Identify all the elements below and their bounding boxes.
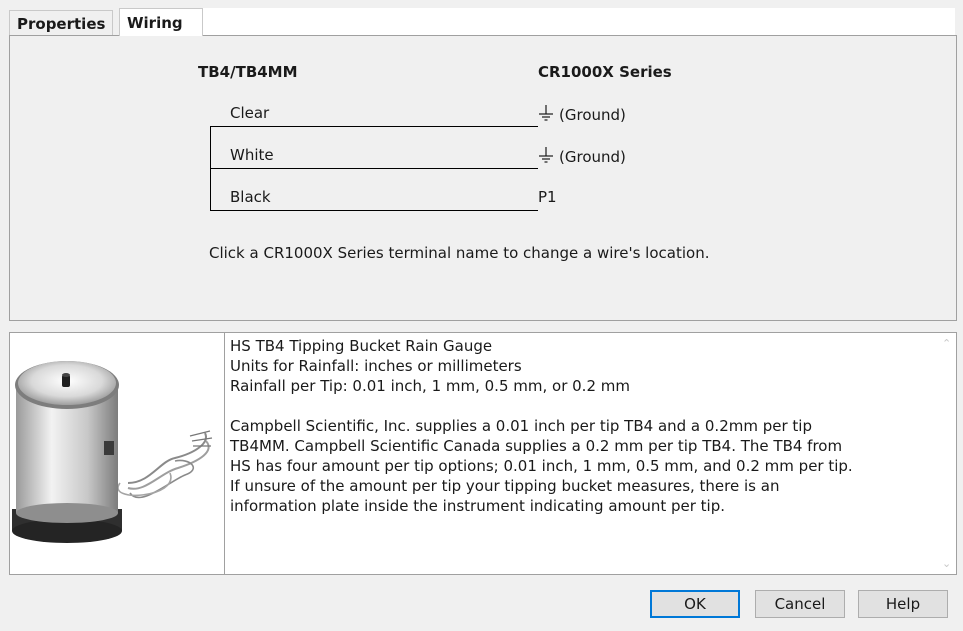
- wiring-panel: TB4/TB4MM CR1000X Series Clear (Ground) …: [9, 35, 957, 321]
- ground-icon: [539, 105, 553, 121]
- tab-properties-label: Properties: [17, 15, 106, 33]
- scroll-up-icon[interactable]: ⌃: [942, 337, 951, 350]
- wire-line-clear: [210, 126, 538, 127]
- ground-icon: [539, 147, 553, 163]
- terminal-white[interactable]: (Ground): [538, 146, 626, 166]
- rain-gauge-image: [12, 361, 213, 543]
- cancel-button[interactable]: Cancel: [755, 590, 845, 618]
- sensor-image: [10, 333, 225, 574]
- help-button[interactable]: Help: [858, 590, 948, 618]
- description-scrollbar[interactable]: ⌃ ⌄: [939, 333, 956, 574]
- wire-label-white: White: [230, 146, 274, 164]
- wire-label-black: Black: [230, 188, 271, 206]
- tab-wiring[interactable]: Wiring: [119, 8, 203, 36]
- logger-header: CR1000X Series: [538, 63, 672, 81]
- wire-label-clear: Clear: [230, 104, 270, 122]
- ok-button[interactable]: OK: [650, 590, 740, 618]
- wire-line-white: [210, 168, 538, 169]
- tab-bar: Properties Wiring: [9, 8, 955, 43]
- terminal-clear-label: (Ground): [559, 106, 626, 124]
- scroll-down-icon[interactable]: ⌄: [942, 557, 951, 570]
- tab-properties[interactable]: Properties: [9, 10, 114, 36]
- sensor-description: HS TB4 Tipping Bucket Rain Gauge Units f…: [230, 337, 853, 515]
- tab-wiring-label: Wiring: [127, 14, 183, 32]
- wire-line-black: [210, 210, 538, 211]
- terminal-clear[interactable]: (Ground): [538, 104, 626, 124]
- terminal-black-label: P1: [538, 188, 557, 206]
- terminal-black[interactable]: P1: [538, 188, 557, 206]
- terminal-white-label: (Ground): [559, 148, 626, 166]
- sensor-header: TB4/TB4MM: [198, 63, 298, 81]
- wire-bracket: [210, 126, 211, 210]
- wiring-hint: Click a CR1000X Series terminal name to …: [209, 244, 710, 262]
- description-panel: HS TB4 Tipping Bucket Rain Gauge Units f…: [9, 332, 957, 575]
